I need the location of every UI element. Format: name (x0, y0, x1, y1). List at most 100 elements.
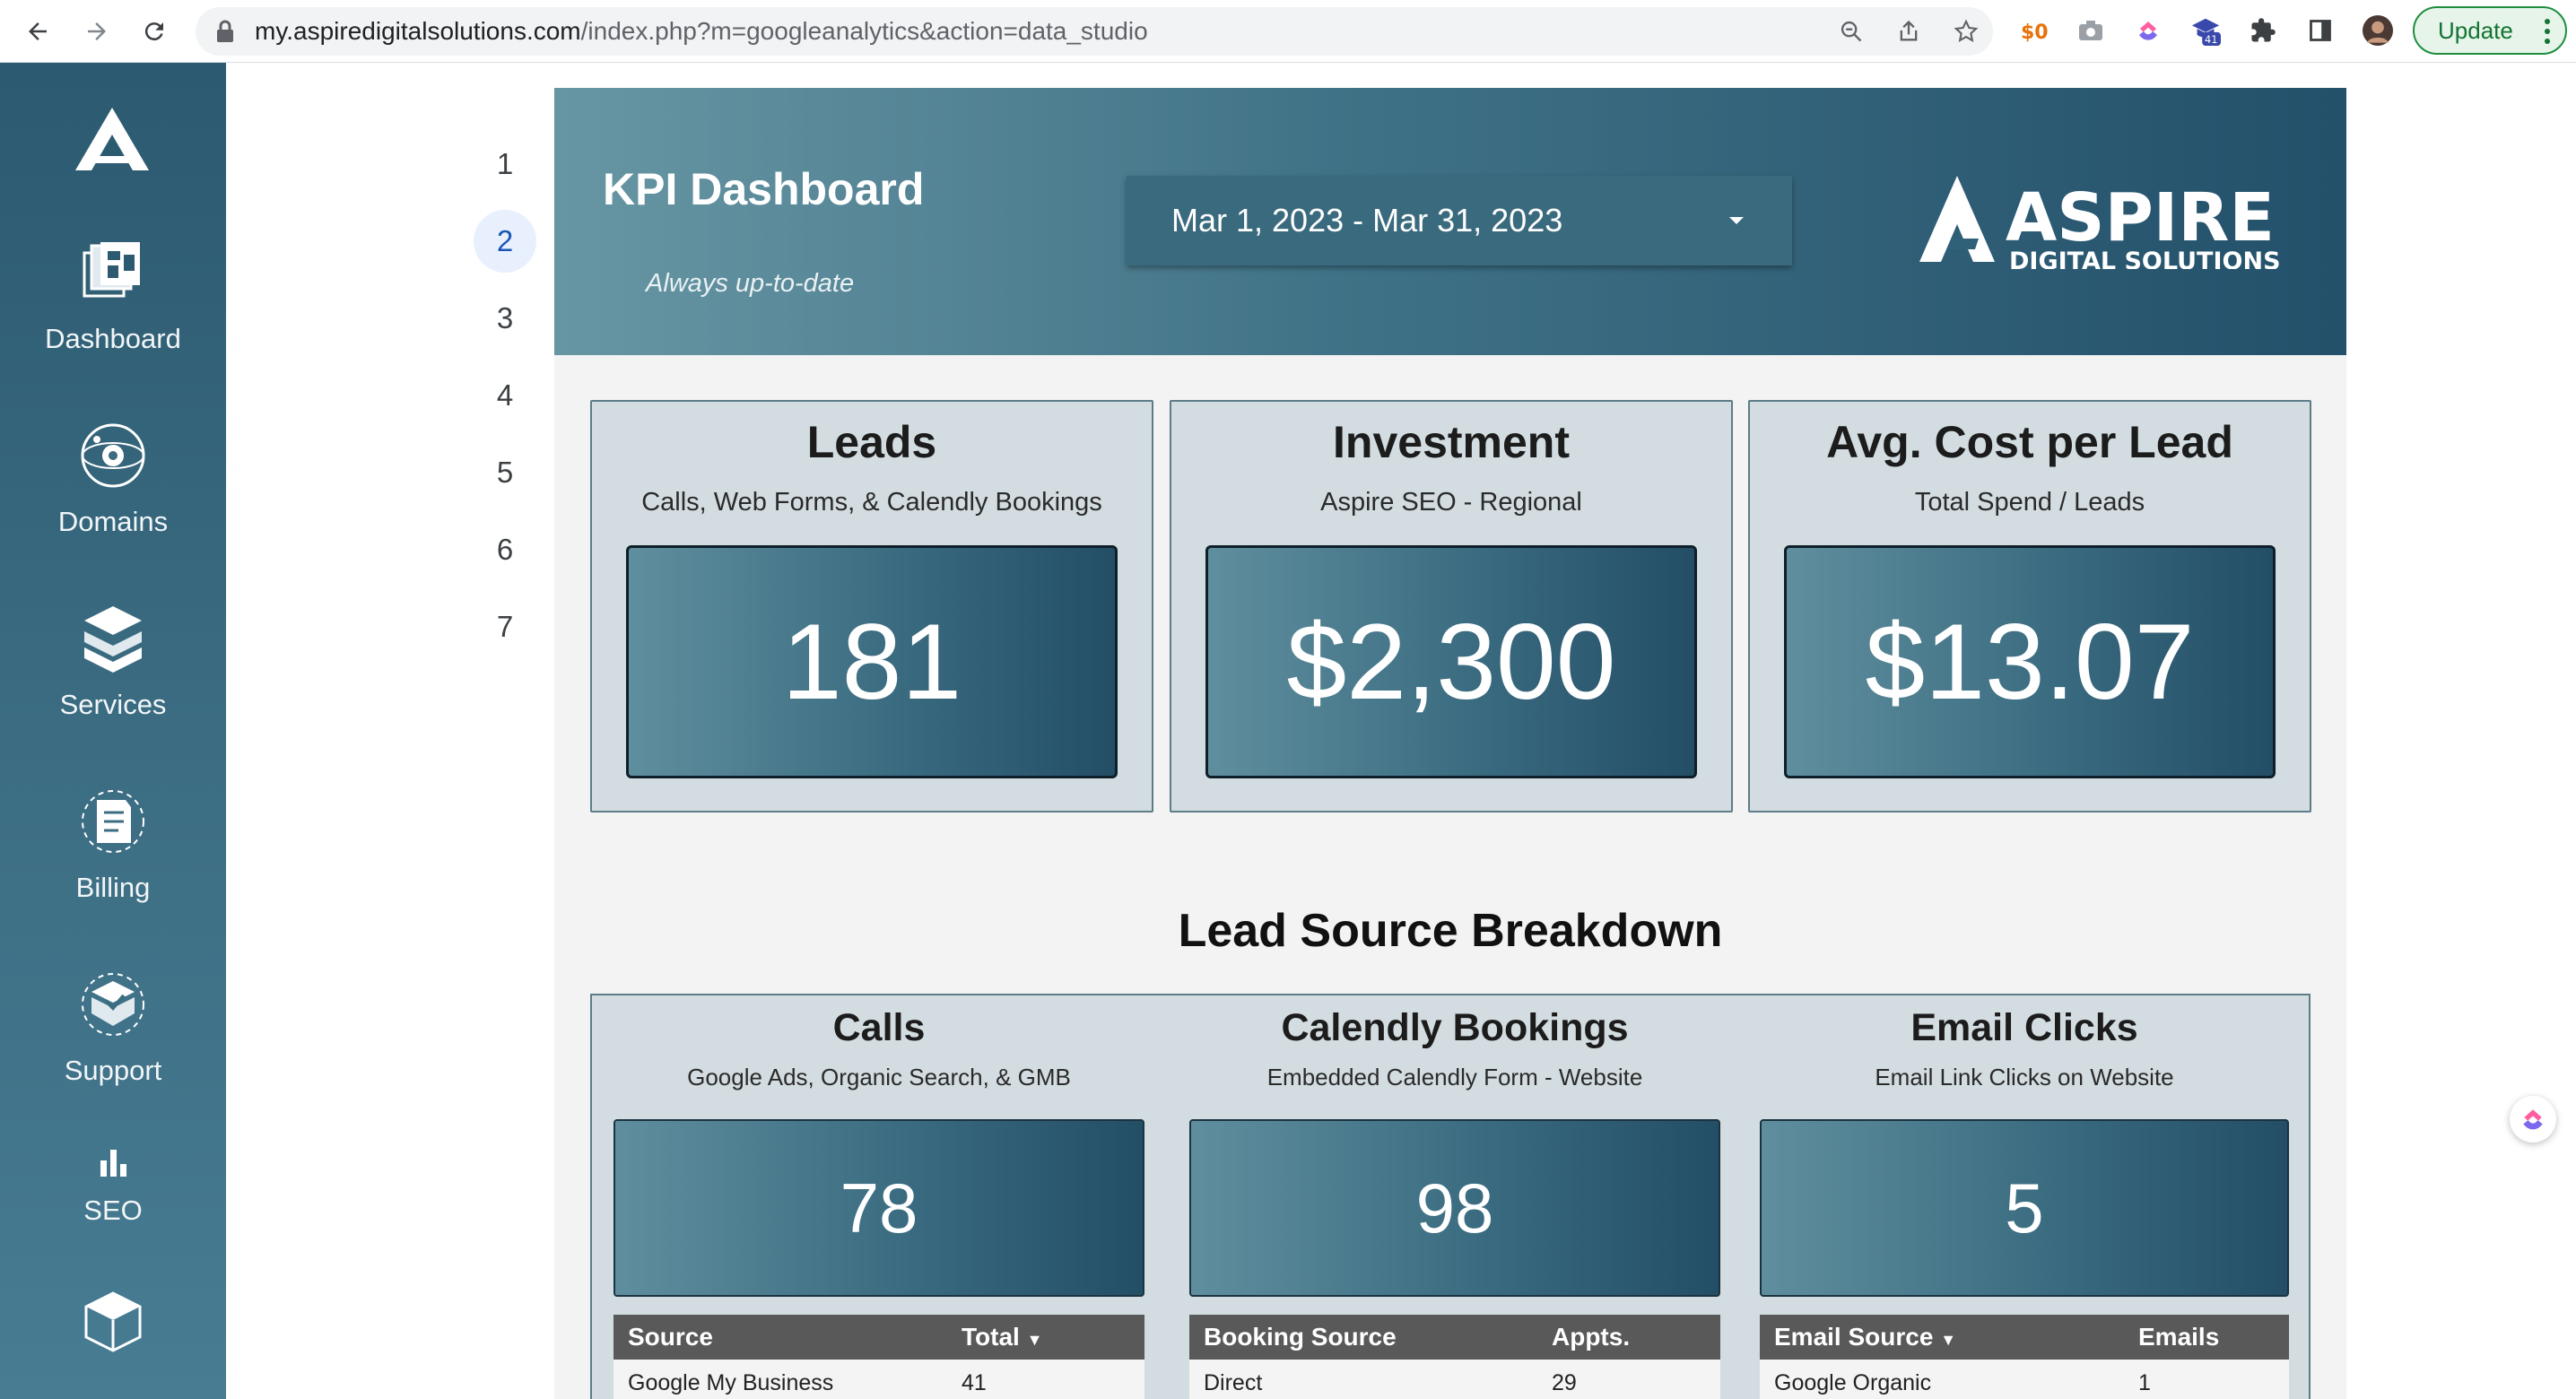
domains-icon (0, 418, 226, 493)
kpi-value: $2,300 (1205, 545, 1697, 778)
sidebar-item-seo[interactable]: SEO (0, 1135, 226, 1227)
column-header-label: Email Source (1774, 1323, 1934, 1351)
graduation-extension-icon[interactable]: 41 (2190, 15, 2221, 46)
support-icon (0, 967, 226, 1042)
sidebar-item-dashboard[interactable]: Dashboard (0, 235, 226, 355)
report-title: KPI Dashboard (603, 164, 925, 214)
column-header-total[interactable]: Total ▼ (962, 1315, 1042, 1362)
profile-avatar[interactable] (2363, 15, 2393, 46)
calendly-source-table: Booking Source Appts. Direct 29 (1189, 1315, 1720, 1399)
forward-button[interactable] (77, 12, 117, 51)
kpi-card-leads: Leads Calls, Web Forms, & Calendly Booki… (590, 400, 1153, 812)
sidebar-item-billing[interactable]: Billing (0, 784, 226, 904)
kpi-subtitle: Calls, Web Forms, & Calendly Bookings (641, 488, 1102, 517)
table-header: Source Total ▼ (614, 1315, 1144, 1360)
kpi-card-investment: Investment Aspire SEO - Regional $2,300 (1170, 400, 1733, 812)
clickup-icon (2523, 1109, 2543, 1130)
breakdown-value: 5 (1760, 1119, 2289, 1297)
more-options-icon (2545, 19, 2550, 44)
breakdown-calendly-bookings: Calendly Bookings Embedded Calendly Form… (1189, 995, 1720, 1399)
table-header: Email Source ▼ Emails (1760, 1315, 2289, 1360)
table-row: Google Organic 1 (1760, 1360, 2289, 1399)
update-label: Update (2438, 16, 2513, 44)
address-bar[interactable]: my.aspiredigitalsolutions.com/index.php?… (196, 7, 1993, 56)
camera-extension-icon[interactable] (2076, 15, 2106, 46)
breakdown-title: Email Clicks (1910, 1006, 2138, 1049)
table-row: Direct 29 (1189, 1360, 1720, 1399)
services-icon (0, 601, 226, 676)
sidebar-item-label: Support (64, 1055, 162, 1086)
column-header-label: Total (962, 1323, 1020, 1351)
url-path: /index.php?m=googleanalytics&action=data… (580, 17, 1148, 45)
email-source-table: Email Source ▼ Emails Google Organic 1 (1760, 1315, 2289, 1399)
breakdown-subtitle: Embedded Calendly Form - Website (1266, 1064, 1643, 1091)
column-header-email-source[interactable]: Email Source ▼ (1774, 1315, 1956, 1362)
report-canvas: KPI Dashboard Always up-to-date Mar 1, 2… (554, 88, 2346, 1399)
arrow-left-icon (29, 22, 47, 40)
extensions-puzzle-icon[interactable] (2248, 15, 2278, 46)
aspire-logo-icon[interactable] (72, 104, 152, 178)
lock-icon (217, 20, 233, 42)
page-link-5[interactable]: 5 (474, 441, 536, 504)
table-cell: Google My Business (628, 1370, 834, 1395)
page-link-6[interactable]: 6 (474, 518, 536, 581)
reload-button[interactable] (135, 12, 174, 51)
kpi-title: Investment (1333, 417, 1570, 467)
sidebar-item-store[interactable] (0, 1286, 226, 1361)
breakdown-title: Calls (832, 1006, 926, 1049)
sidebar-item-support[interactable]: Support (0, 967, 226, 1087)
sort-desc-icon: ▼ (1940, 1331, 1957, 1349)
table-header: Booking Source Appts. (1189, 1315, 1720, 1360)
page-link-1[interactable]: 1 (474, 133, 536, 196)
breakdown-section-title: Lead Source Breakdown (1178, 905, 1723, 957)
page-link-2-active[interactable]: 2 (474, 210, 536, 273)
sidebar-item-services[interactable]: Services (0, 601, 226, 721)
zoom-icon[interactable] (1839, 19, 1864, 44)
sidebar-item-label: Domains (57, 506, 169, 537)
column-header-emails[interactable]: Emails (2138, 1315, 2219, 1360)
table-cell: 29 (1552, 1370, 1577, 1395)
kpi-title: Avg. Cost per Lead (1826, 417, 2233, 467)
side-panel-icon[interactable] (2305, 15, 2336, 46)
honey-extension-icon[interactable]: $0 (2018, 15, 2049, 46)
kpi-value: 181 (626, 545, 1118, 778)
update-button[interactable]: Update (2413, 6, 2567, 55)
brand-tagline: DIGITAL SOLUTIONS (2009, 248, 2281, 269)
column-header-booking-source[interactable]: Booking Source (1204, 1315, 1397, 1360)
sidebar-item-label: SEO (83, 1195, 143, 1226)
report-subtitle: Always up-to-date (646, 269, 855, 298)
page-link-7[interactable]: 7 (474, 595, 536, 658)
calls-source-table: Source Total ▼ Google My Business 41 (614, 1315, 1144, 1399)
breakdown-value: 98 (1189, 1119, 1720, 1297)
kpi-card-avg-cost-per-lead: Avg. Cost per Lead Total Spend / Leads $… (1748, 400, 2311, 812)
date-range-picker[interactable]: Mar 1, 2023 - Mar 31, 2023 (1127, 176, 1792, 265)
brand-logo: ASPIRE DIGITAL SOLUTIONS (1916, 169, 2293, 275)
kpi-title: Leads (806, 417, 937, 467)
sort-desc-icon: ▼ (1026, 1331, 1043, 1349)
breakdown-value: 78 (614, 1119, 1144, 1297)
page-link-4[interactable]: 4 (474, 364, 536, 427)
sidebar-item-domains[interactable]: Domains (0, 418, 226, 538)
back-button[interactable] (18, 12, 57, 51)
brand-name: ASPIRE (2006, 179, 2275, 256)
dashboard-icon (0, 235, 226, 310)
table-cell: 1 (2138, 1370, 2151, 1395)
clickup-floating-button[interactable] (2510, 1096, 2556, 1143)
share-icon[interactable] (1896, 19, 1921, 44)
reload-icon (144, 22, 163, 41)
sidebar-item-label: Billing (75, 872, 151, 903)
bookmark-star-icon[interactable] (1954, 19, 1979, 44)
url-text: my.aspiredigitalsolutions.com/index.php?… (255, 7, 1148, 56)
column-header-appts[interactable]: Appts. (1552, 1315, 1630, 1360)
kpi-subtitle: Total Spend / Leads (1914, 488, 2145, 517)
column-header-source[interactable]: Source (628, 1315, 713, 1360)
table-row: Google My Business 41 (614, 1360, 1144, 1399)
dropdown-caret-icon (1729, 217, 1744, 224)
table-cell: Direct (1204, 1370, 1263, 1395)
date-range-value: Mar 1, 2023 - Mar 31, 2023 (1171, 202, 1563, 239)
page-link-3[interactable]: 3 (474, 287, 536, 350)
bar-chart-icon (0, 1135, 226, 1189)
clickup-extension-icon[interactable] (2133, 15, 2163, 46)
app-sidebar: Dashboard Domains Services Billing Suppo… (0, 63, 226, 1399)
breakdown-subtitle: Email Link Clicks on Website (1875, 1064, 2174, 1091)
